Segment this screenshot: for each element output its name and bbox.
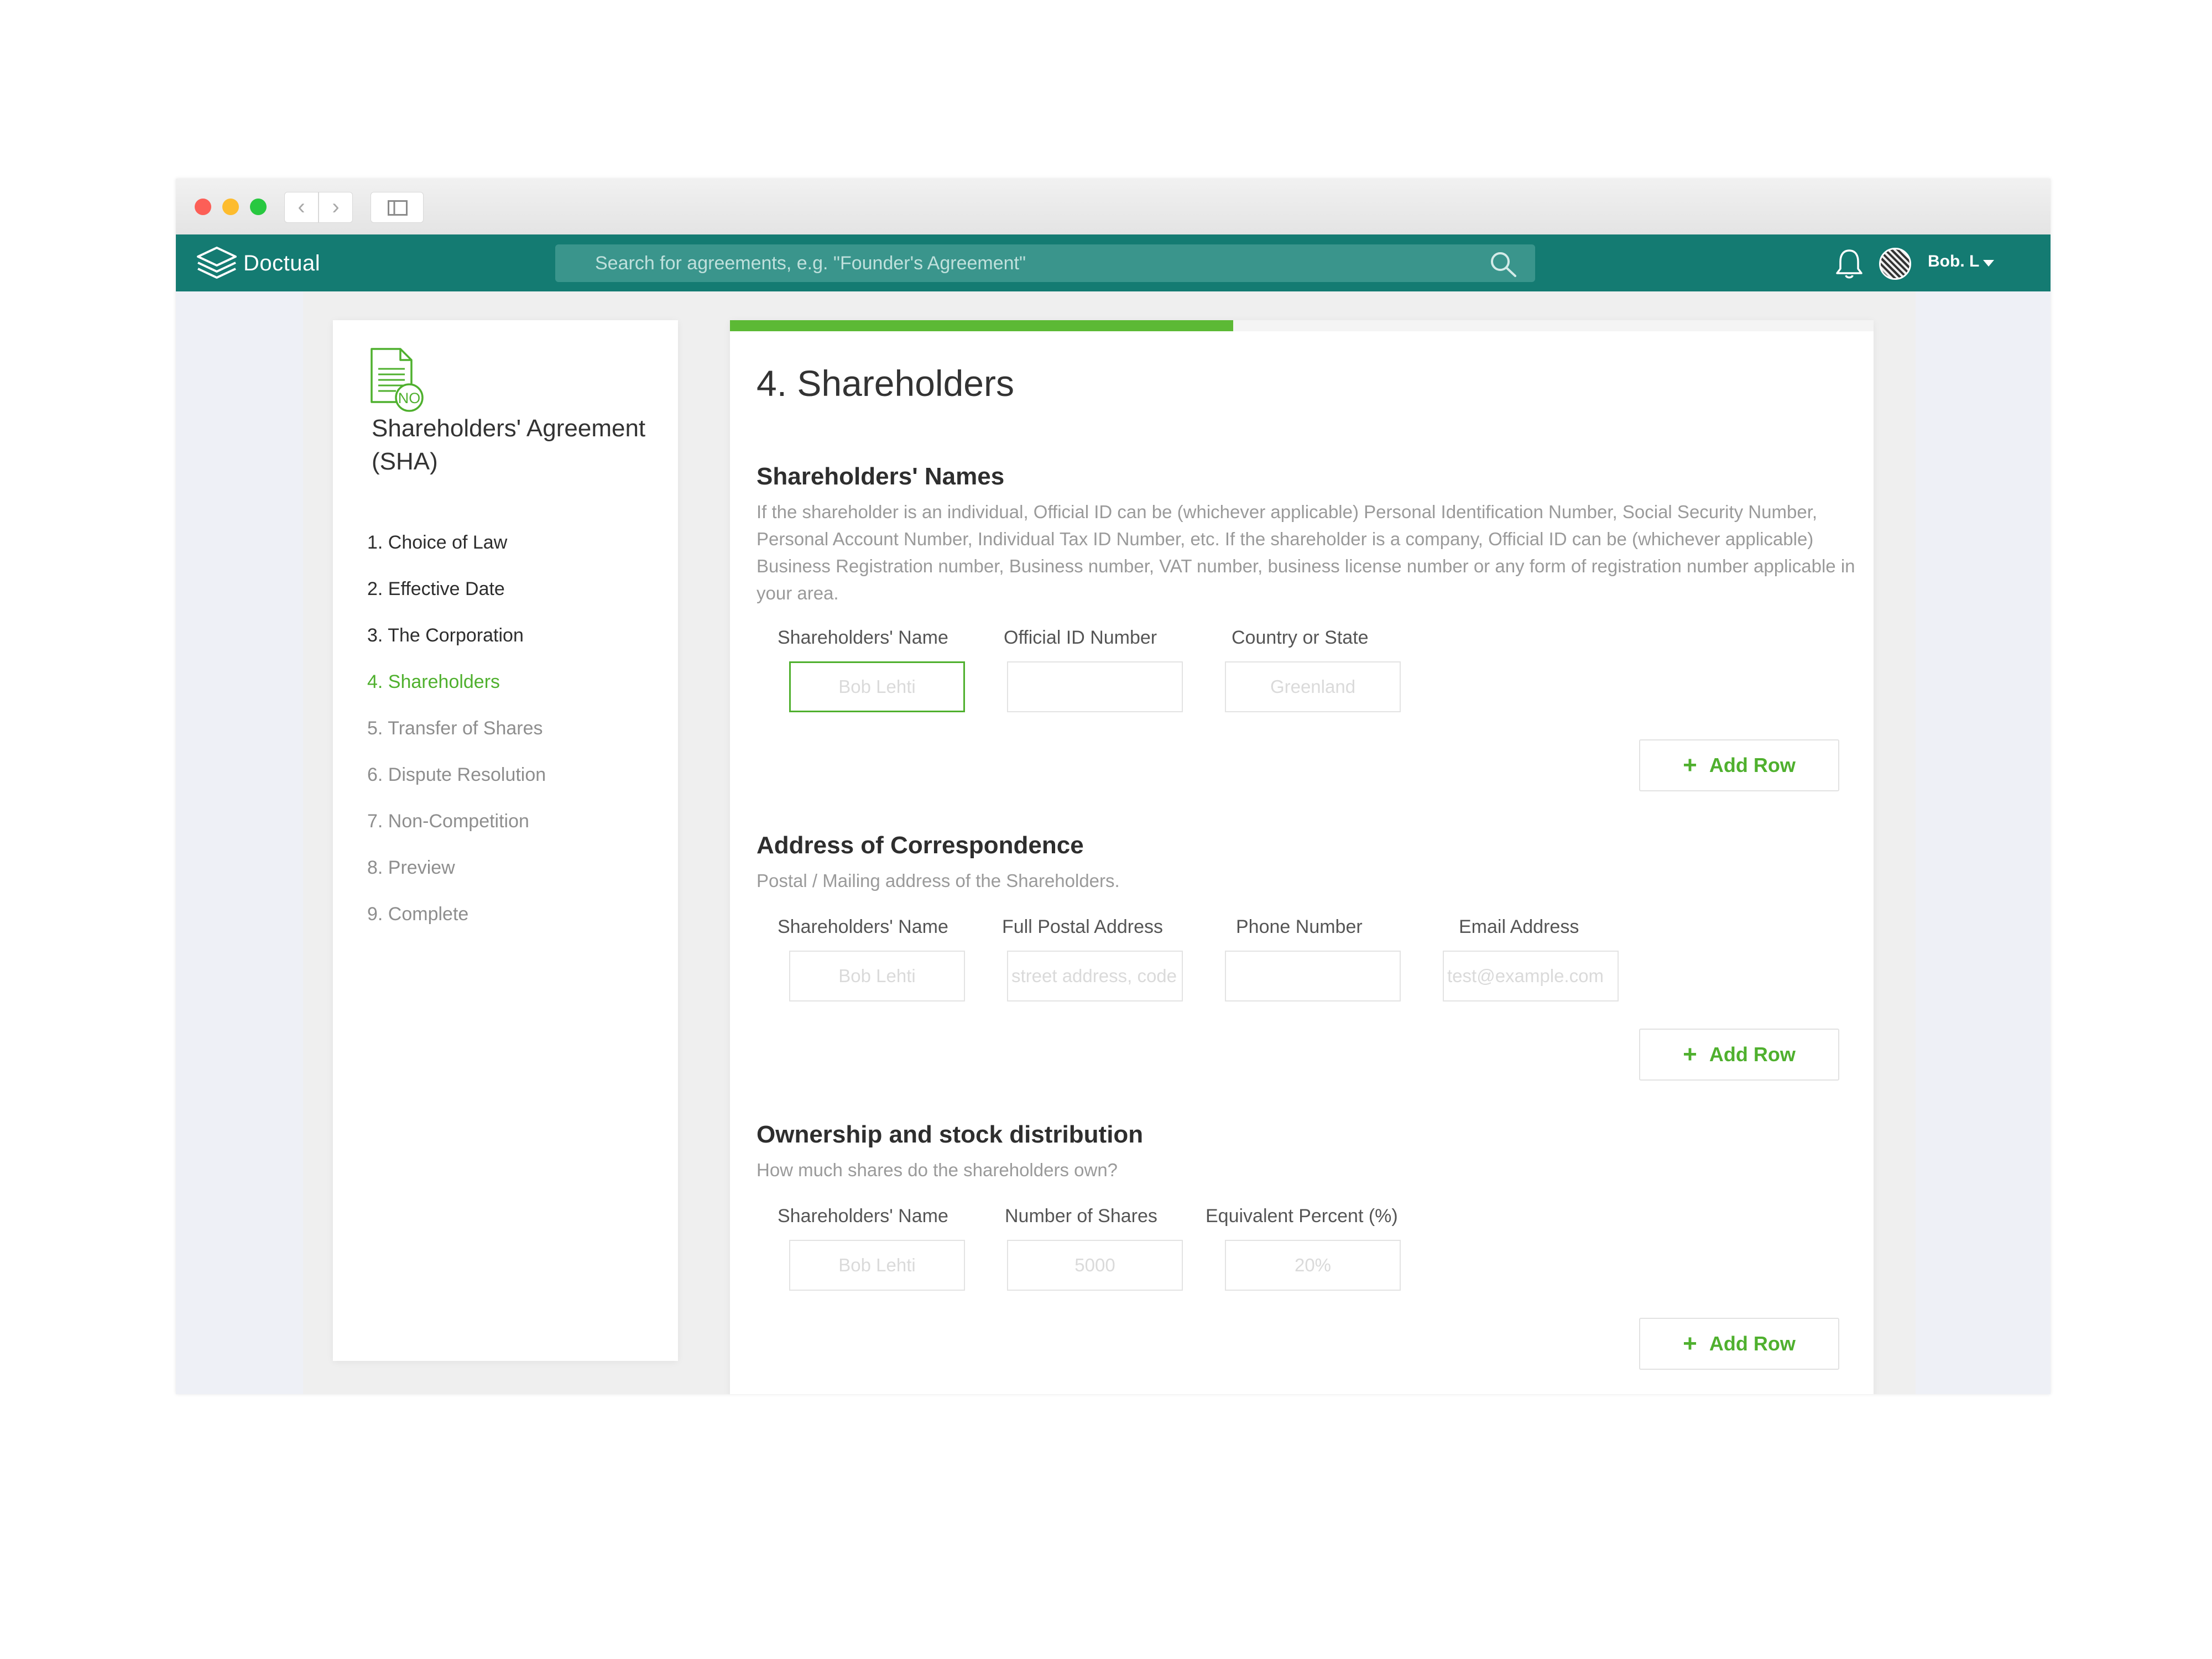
add-row-label: Add Row — [1709, 1332, 1796, 1355]
section-address: Address of Correspondence Postal / Maili… — [757, 832, 1857, 894]
column-label-phone: Phone Number — [1236, 916, 1363, 937]
user-name[interactable]: Bob. L — [1928, 252, 1979, 271]
form-card: 4. Shareholders Shareholders' Names If t… — [730, 320, 1874, 1394]
postal-address-input[interactable] — [1007, 951, 1183, 1001]
column-label-number-of-shares: Number of Shares — [1005, 1206, 1157, 1227]
close-window-button[interactable] — [195, 199, 211, 215]
step-dispute-resolution[interactable]: 6. Dispute Resolution — [367, 752, 546, 798]
plus-icon: + — [1683, 1330, 1697, 1357]
document-icon: NO — [371, 348, 424, 412]
column-label-shareholders-name: Shareholders' Name — [778, 916, 948, 937]
ownership-shareholder-name-input[interactable] — [789, 1240, 965, 1291]
search-input[interactable] — [555, 244, 1535, 282]
content-area: NO Shareholders' Agreement (SHA) 1. Choi… — [176, 291, 2051, 1394]
number-of-shares-input[interactable] — [1007, 1240, 1183, 1291]
column-label-official-id: Official ID Number — [1004, 627, 1157, 648]
step-complete[interactable]: 9. Complete — [367, 891, 546, 937]
page-title: 4. Shareholders — [757, 363, 1014, 404]
phone-number-input[interactable] — [1225, 951, 1401, 1001]
avatar[interactable] — [1879, 248, 1911, 280]
section-description: Postal / Mailing address of the Sharehol… — [757, 870, 1120, 891]
add-row-label: Add Row — [1709, 754, 1796, 776]
steps-list: 1. Choice of Law 2. Effective Date 3. Th… — [367, 519, 546, 937]
step-non-competition[interactable]: 7. Non-Competition — [367, 798, 546, 844]
email-address-input[interactable] — [1443, 951, 1619, 1001]
brand-logo[interactable]: Doctual — [196, 244, 320, 282]
chevron-right-icon: › — [332, 195, 340, 219]
progress-bar-fill — [730, 320, 1233, 331]
section-shareholders-names: Shareholders' Names If the shareholder i… — [757, 463, 1857, 607]
address-shareholder-name-input[interactable] — [789, 951, 965, 1001]
sidebar-toggle-button[interactable] — [371, 192, 424, 223]
column-label-equivalent-percent: Equivalent Percent (%) — [1206, 1206, 1398, 1227]
agreement-title: Shareholders' Agreement (SHA) — [372, 415, 646, 475]
section-title: Address of Correspondence — [757, 832, 1084, 859]
section-description: If the shareholder is an individual, Off… — [757, 502, 1855, 603]
add-row-button-ownership[interactable]: + Add Row — [1639, 1318, 1839, 1370]
progress-bar — [730, 320, 1874, 331]
steps-panel: NO Shareholders' Agreement (SHA) 1. Choi… — [333, 320, 678, 1361]
section-title: Ownership and stock distribution — [757, 1121, 1144, 1148]
minimize-window-button[interactable] — [222, 199, 239, 215]
plus-icon: + — [1683, 752, 1697, 779]
official-id-input[interactable] — [1007, 661, 1183, 712]
forward-button[interactable]: › — [319, 192, 353, 223]
section-ownership: Ownership and stock distribution How muc… — [757, 1121, 1857, 1183]
step-effective-date[interactable]: 2. Effective Date — [367, 566, 546, 612]
maximize-window-button[interactable] — [250, 199, 267, 215]
step-preview[interactable]: 8. Preview — [367, 844, 546, 891]
bell-icon[interactable] — [1835, 248, 1864, 280]
step-choice-of-law[interactable]: 1. Choice of Law — [367, 519, 546, 566]
column-label-shareholders-name: Shareholders' Name — [778, 627, 948, 648]
browser-window: ‹ › Doctual Search for agreements, e.g. … — [176, 179, 2051, 1394]
section-title: Shareholders' Names — [757, 463, 1005, 490]
chevron-left-icon: ‹ — [298, 195, 305, 219]
column-label-email: Email Address — [1459, 916, 1579, 937]
add-row-button-address[interactable]: + Add Row — [1639, 1029, 1839, 1081]
doc-badge-text: NO — [398, 390, 421, 406]
shareholder-name-input[interactable] — [789, 661, 965, 712]
sidebar-icon — [388, 200, 408, 216]
add-row-button-names[interactable]: + Add Row — [1639, 739, 1839, 791]
browser-toolbar: ‹ › — [176, 179, 2051, 235]
back-button[interactable]: ‹ — [284, 192, 319, 223]
equivalent-percent-input[interactable] — [1225, 1240, 1401, 1291]
column-label-postal-address: Full Postal Address — [1002, 916, 1164, 937]
country-input[interactable] — [1225, 661, 1401, 712]
step-transfer-of-shares[interactable]: 5. Transfer of Shares — [367, 705, 546, 752]
caret-down-icon[interactable] — [1983, 260, 1994, 267]
add-row-label: Add Row — [1709, 1043, 1796, 1066]
section-description: How much shares do the shareholders own? — [757, 1160, 1118, 1180]
step-the-corporation[interactable]: 3. The Corporation — [367, 612, 546, 659]
layers-logo-icon — [197, 247, 237, 279]
search-icon[interactable] — [1490, 251, 1517, 278]
column-label-shareholders-name: Shareholders' Name — [778, 1206, 948, 1227]
app-header: Doctual Bob. L — [176, 234, 2051, 291]
plus-icon: + — [1683, 1041, 1697, 1068]
brand-name: Doctual — [243, 251, 321, 275]
step-shareholders[interactable]: 4. Shareholders — [367, 659, 546, 705]
column-label-country: Country or State — [1232, 627, 1369, 648]
